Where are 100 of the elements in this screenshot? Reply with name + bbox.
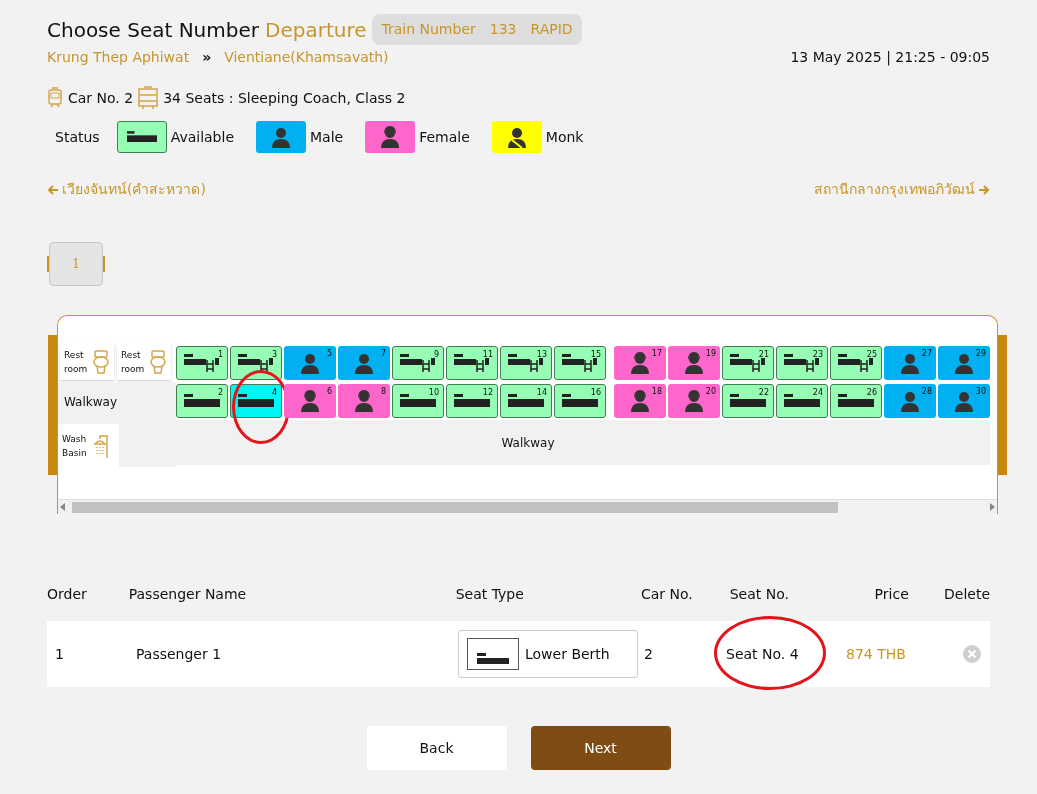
- seat[interactable]: 9: [392, 346, 444, 380]
- person-icon: [300, 390, 320, 412]
- seat[interactable]: 24: [776, 384, 828, 418]
- seat[interactable]: 3: [230, 346, 282, 380]
- facility-label: Rest room: [63, 349, 89, 376]
- seat[interactable]: 12: [446, 384, 498, 418]
- seat-number: 27: [921, 348, 932, 360]
- seat[interactable]: 16: [554, 384, 606, 418]
- column-header: Delete: [944, 585, 990, 604]
- seat[interactable]: 15: [554, 346, 606, 380]
- bed-icon: [238, 394, 274, 408]
- seat-number: 2: [217, 387, 223, 399]
- person-icon: [900, 352, 920, 374]
- toilet-icon: [92, 350, 110, 374]
- seat-number: 11: [482, 349, 493, 361]
- seat-number: 13: [536, 349, 547, 361]
- bunk-ladder-icon: [238, 354, 274, 372]
- lower-berth-icon: [467, 638, 519, 670]
- seat[interactable]: 27: [884, 346, 936, 380]
- delete-icon[interactable]: [962, 644, 982, 664]
- seat-number: 16: [590, 387, 601, 399]
- seat[interactable]: 4: [230, 384, 282, 418]
- legend-label: Status: [55, 127, 100, 147]
- person-icon: [300, 352, 320, 374]
- seat[interactable]: 20: [668, 384, 720, 418]
- seat-number: 10: [428, 387, 439, 399]
- seat[interactable]: 30: [938, 384, 990, 418]
- next-button[interactable]: Next: [530, 726, 671, 770]
- bed-icon: [184, 394, 220, 408]
- seat[interactable]: 23: [776, 346, 828, 380]
- facility-label: Rest room: [120, 349, 146, 376]
- origin-station: Krung Thep Aphiwat: [47, 48, 190, 67]
- person-icon: [271, 126, 291, 148]
- arrow-left-icon: [47, 183, 59, 196]
- person-icon: [354, 390, 374, 412]
- column-header: Passenger Name: [128, 585, 248, 604]
- seat[interactable]: 2: [176, 384, 228, 418]
- column-header: Price: [873, 585, 910, 604]
- person-icon: [354, 352, 374, 374]
- seat-number: 23: [812, 349, 823, 361]
- seat-type-field[interactable]: Lower Berth: [458, 630, 638, 678]
- seat[interactable]: 22: [722, 384, 774, 418]
- seat[interactable]: 8: [338, 384, 390, 418]
- seat[interactable]: 19: [668, 346, 720, 380]
- person-icon: [380, 126, 401, 148]
- car-number: Car No. 2: [68, 88, 134, 108]
- seat[interactable]: 17: [614, 346, 666, 380]
- legend-text: Monk: [545, 127, 584, 147]
- train-number-label: Train Number: [381, 20, 476, 39]
- seat[interactable]: 10: [392, 384, 444, 418]
- seat[interactable]: 29: [938, 346, 990, 380]
- seat[interactable]: 28: [884, 384, 936, 418]
- scrollbar-thumb[interactable]: [72, 501, 838, 513]
- train-type: RAPID: [530, 20, 573, 39]
- seat-number: 20: [705, 386, 716, 398]
- seat-number: 8: [380, 386, 386, 398]
- travel-datetime: 13 May 2025 | 21:25 - 09:05: [790, 48, 990, 68]
- seat[interactable]: 25: [830, 346, 882, 380]
- person-icon: [684, 352, 704, 374]
- seat-number: 7: [380, 348, 386, 360]
- column-header: Order: [47, 585, 88, 604]
- bed-icon: [838, 394, 874, 408]
- seat-number: 6: [326, 386, 332, 398]
- seat[interactable]: 1: [176, 346, 228, 380]
- person-icon: [684, 390, 704, 412]
- seat[interactable]: 11: [446, 346, 498, 380]
- bed-icon: [730, 394, 766, 408]
- seat[interactable]: 21: [722, 346, 774, 380]
- back-button[interactable]: Back: [366, 726, 507, 770]
- column-header: Car No.: [640, 585, 694, 604]
- seat[interactable]: 18: [614, 384, 666, 418]
- person-icon: [630, 390, 650, 412]
- seat[interactable]: 14: [500, 384, 552, 418]
- scroll-right-icon[interactable]: [989, 503, 995, 511]
- person-icon: [900, 390, 920, 412]
- table-cell-text: Passenger 1: [136, 644, 223, 664]
- train-icon: [47, 87, 63, 109]
- seat[interactable]: 7: [338, 346, 390, 380]
- seat-number: 26: [866, 387, 877, 399]
- seat-number: 22: [758, 387, 769, 399]
- coach-description: 34 Seats : Sleeping Coach, Class 2: [163, 88, 406, 108]
- seat[interactable]: 6: [284, 384, 336, 418]
- seat-number: 25: [866, 349, 877, 361]
- seat[interactable]: 5: [284, 346, 336, 380]
- person-icon: [506, 126, 527, 148]
- route-separator: »: [202, 48, 212, 67]
- seat[interactable]: 13: [500, 346, 552, 380]
- seat-number: 19: [705, 348, 716, 360]
- seat[interactable]: 26: [830, 384, 882, 418]
- scrollbar[interactable]: [58, 499, 997, 514]
- scroll-left-icon[interactable]: [60, 503, 66, 511]
- table-cell-text: 1: [55, 644, 65, 664]
- seat-number: 12: [482, 387, 493, 399]
- bed-icon: [508, 394, 544, 408]
- seat-number: 24: [812, 387, 823, 399]
- table-cell-text: 2: [643, 644, 654, 664]
- legend-text: Male: [310, 127, 344, 147]
- toilet-icon: [149, 350, 167, 374]
- coach-icon: [138, 86, 159, 110]
- bed-icon: [562, 394, 598, 408]
